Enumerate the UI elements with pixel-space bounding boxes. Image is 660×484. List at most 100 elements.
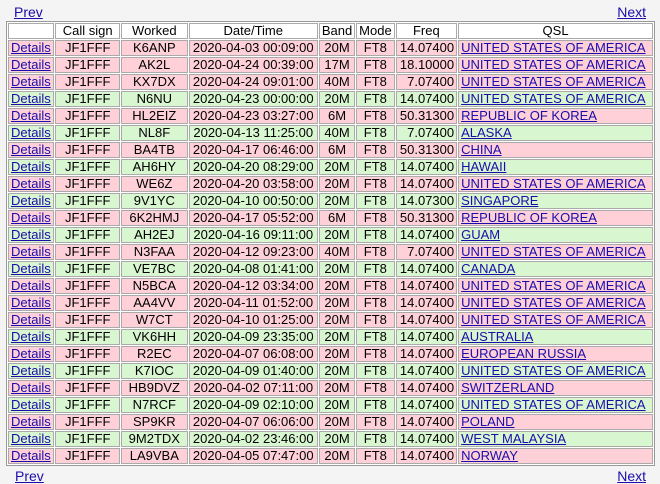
details-cell: Details — [8, 261, 55, 277]
call-sign-cell: JF1FFF — [55, 414, 121, 430]
details-link[interactable]: Details — [11, 245, 51, 259]
details-link[interactable]: Details — [11, 177, 51, 191]
freq-cell: 14.07400 — [395, 176, 458, 192]
details-link[interactable]: Details — [11, 194, 51, 208]
table-row: Details JF1FFF VK6HH 2020-04-09 23:35:00 20M… — [8, 329, 653, 345]
qsl-country-link[interactable]: UNITED STATES OF AMERICA — [461, 75, 645, 89]
qsl-country-link[interactable]: UNITED STATES OF AMERICA — [461, 92, 645, 106]
band-cell: 17M — [318, 57, 356, 73]
band-cell: 20M — [318, 312, 356, 328]
details-link[interactable]: Details — [11, 262, 51, 276]
qsl-country-cell: NORWAY — [458, 448, 653, 464]
call-sign-cell: JF1FFF — [55, 261, 121, 277]
qsl-country-link[interactable]: SINGAPORE — [461, 194, 538, 208]
details-link[interactable]: Details — [11, 92, 51, 106]
column-header-mode: Mode — [356, 23, 395, 39]
qsl-country-link[interactable]: CANADA — [461, 262, 515, 276]
band-cell: 40M — [318, 74, 356, 90]
qsl-country-link[interactable]: UNITED STATES OF AMERICA — [461, 398, 645, 412]
table-row: Details JF1FFF AA4VV 2020-04-11 01:52:00 20M… — [8, 295, 653, 311]
freq-cell: 14.07400 — [395, 312, 458, 328]
qsl-country-link[interactable]: UNITED STATES OF AMERICA — [461, 58, 645, 72]
worked-cell: N6NU — [121, 91, 188, 107]
details-link[interactable]: Details — [11, 109, 51, 123]
details-link[interactable]: Details — [11, 296, 51, 310]
details-cell: Details — [8, 193, 55, 209]
datetime-cell: 2020-04-03 00:09:00 — [188, 40, 318, 56]
details-link[interactable]: Details — [11, 398, 51, 412]
qsl-country-link[interactable]: SWITZERLAND — [461, 381, 554, 395]
prev-link[interactable]: Prev — [15, 468, 44, 484]
mode-cell: FT8 — [356, 397, 395, 413]
next-link[interactable]: Next — [617, 468, 646, 484]
details-link[interactable]: Details — [11, 228, 51, 242]
details-cell: Details — [8, 329, 55, 345]
table-row: Details JF1FFF SP9KR 2020-04-07 06:06:00 20M… — [8, 414, 653, 430]
details-link[interactable]: Details — [11, 143, 51, 157]
details-cell: Details — [8, 363, 55, 379]
freq-cell: 14.07400 — [395, 91, 458, 107]
qsl-country-link[interactable]: UNITED STATES OF AMERICA — [461, 279, 645, 293]
band-cell: 6M — [318, 210, 356, 226]
qsl-country-link[interactable]: WEST MALAYSIA — [461, 432, 566, 446]
worked-cell: AH6HY — [121, 159, 188, 175]
qsl-country-link[interactable]: GUAM — [461, 228, 500, 242]
details-link[interactable]: Details — [11, 432, 51, 446]
details-link[interactable]: Details — [11, 160, 51, 174]
qsl-country-link[interactable]: UNITED STATES OF AMERICA — [461, 177, 645, 191]
details-link[interactable]: Details — [11, 279, 51, 293]
table-row: Details JF1FFF AH2EJ 2020-04-16 09:11:00 20M… — [8, 227, 653, 243]
qsl-country-link[interactable]: CHINA — [461, 143, 501, 157]
qsl-country-link[interactable]: UNITED STATES OF AMERICA — [461, 313, 645, 327]
call-sign-cell: JF1FFF — [55, 227, 121, 243]
call-sign-cell: JF1FFF — [55, 295, 121, 311]
call-sign-cell: JF1FFF — [55, 380, 121, 396]
band-cell: 6M — [318, 108, 356, 124]
details-cell: Details — [8, 448, 55, 464]
details-link[interactable]: Details — [11, 211, 51, 225]
details-link[interactable]: Details — [11, 58, 51, 72]
qsl-country-link[interactable]: REPUBLIC OF KOREA — [461, 109, 597, 123]
qsl-country-link[interactable]: UNITED STATES OF AMERICA — [461, 296, 645, 310]
worked-cell: KX7DX — [121, 74, 188, 90]
details-link[interactable]: Details — [11, 330, 51, 344]
qsl-country-cell: UNITED STATES OF AMERICA — [458, 57, 653, 73]
details-link[interactable]: Details — [11, 347, 51, 361]
details-link[interactable]: Details — [11, 41, 51, 55]
datetime-cell: 2020-04-02 23:46:00 — [188, 431, 318, 447]
qsl-country-link[interactable]: UNITED STATES OF AMERICA — [461, 364, 645, 378]
freq-cell: 14.07400 — [395, 448, 458, 464]
details-link[interactable]: Details — [11, 415, 51, 429]
details-cell: Details — [8, 227, 55, 243]
qsl-country-link[interactable]: HAWAII — [461, 160, 506, 174]
datetime-cell: 2020-04-17 05:52:00 — [188, 210, 318, 226]
band-cell: 20M — [318, 40, 356, 56]
qsl-country-link[interactable]: EUROPEAN RUSSIA — [461, 347, 586, 361]
qsl-country-link[interactable]: POLAND — [461, 415, 514, 429]
details-cell: Details — [8, 312, 55, 328]
qsl-country-link[interactable]: UNITED STATES OF AMERICA — [461, 41, 645, 55]
details-link[interactable]: Details — [11, 381, 51, 395]
band-cell: 20M — [318, 278, 356, 294]
prev-link[interactable]: Prev — [14, 4, 43, 20]
column-header-worked: Worked — [121, 23, 188, 39]
freq-cell: 14.07400 — [395, 397, 458, 413]
details-link[interactable]: Details — [11, 126, 51, 140]
qsl-country-link[interactable]: UNITED STATES OF AMERICA — [461, 245, 645, 259]
details-link[interactable]: Details — [11, 313, 51, 327]
qsl-country-link[interactable]: ALASKA — [461, 126, 512, 140]
details-link[interactable]: Details — [11, 364, 51, 378]
qsl-country-link[interactable]: REPUBLIC OF KOREA — [461, 211, 597, 225]
datetime-cell: 2020-04-02 07:11:00 — [188, 380, 318, 396]
call-sign-cell: JF1FFF — [55, 346, 121, 362]
table-body: Details JF1FFF K6ANP 2020-04-03 00:09:00 20M… — [8, 40, 653, 464]
qsl-country-cell: CHINA — [458, 142, 653, 158]
details-cell: Details — [8, 108, 55, 124]
details-link[interactable]: Details — [11, 75, 51, 89]
next-link[interactable]: Next — [617, 4, 646, 20]
datetime-cell: 2020-04-17 06:46:00 — [188, 142, 318, 158]
qsl-country-cell: GUAM — [458, 227, 653, 243]
band-cell: 20M — [318, 159, 356, 175]
qsl-country-link[interactable]: AUSTRALIA — [461, 330, 533, 344]
worked-cell: 9M2TDX — [121, 431, 188, 447]
